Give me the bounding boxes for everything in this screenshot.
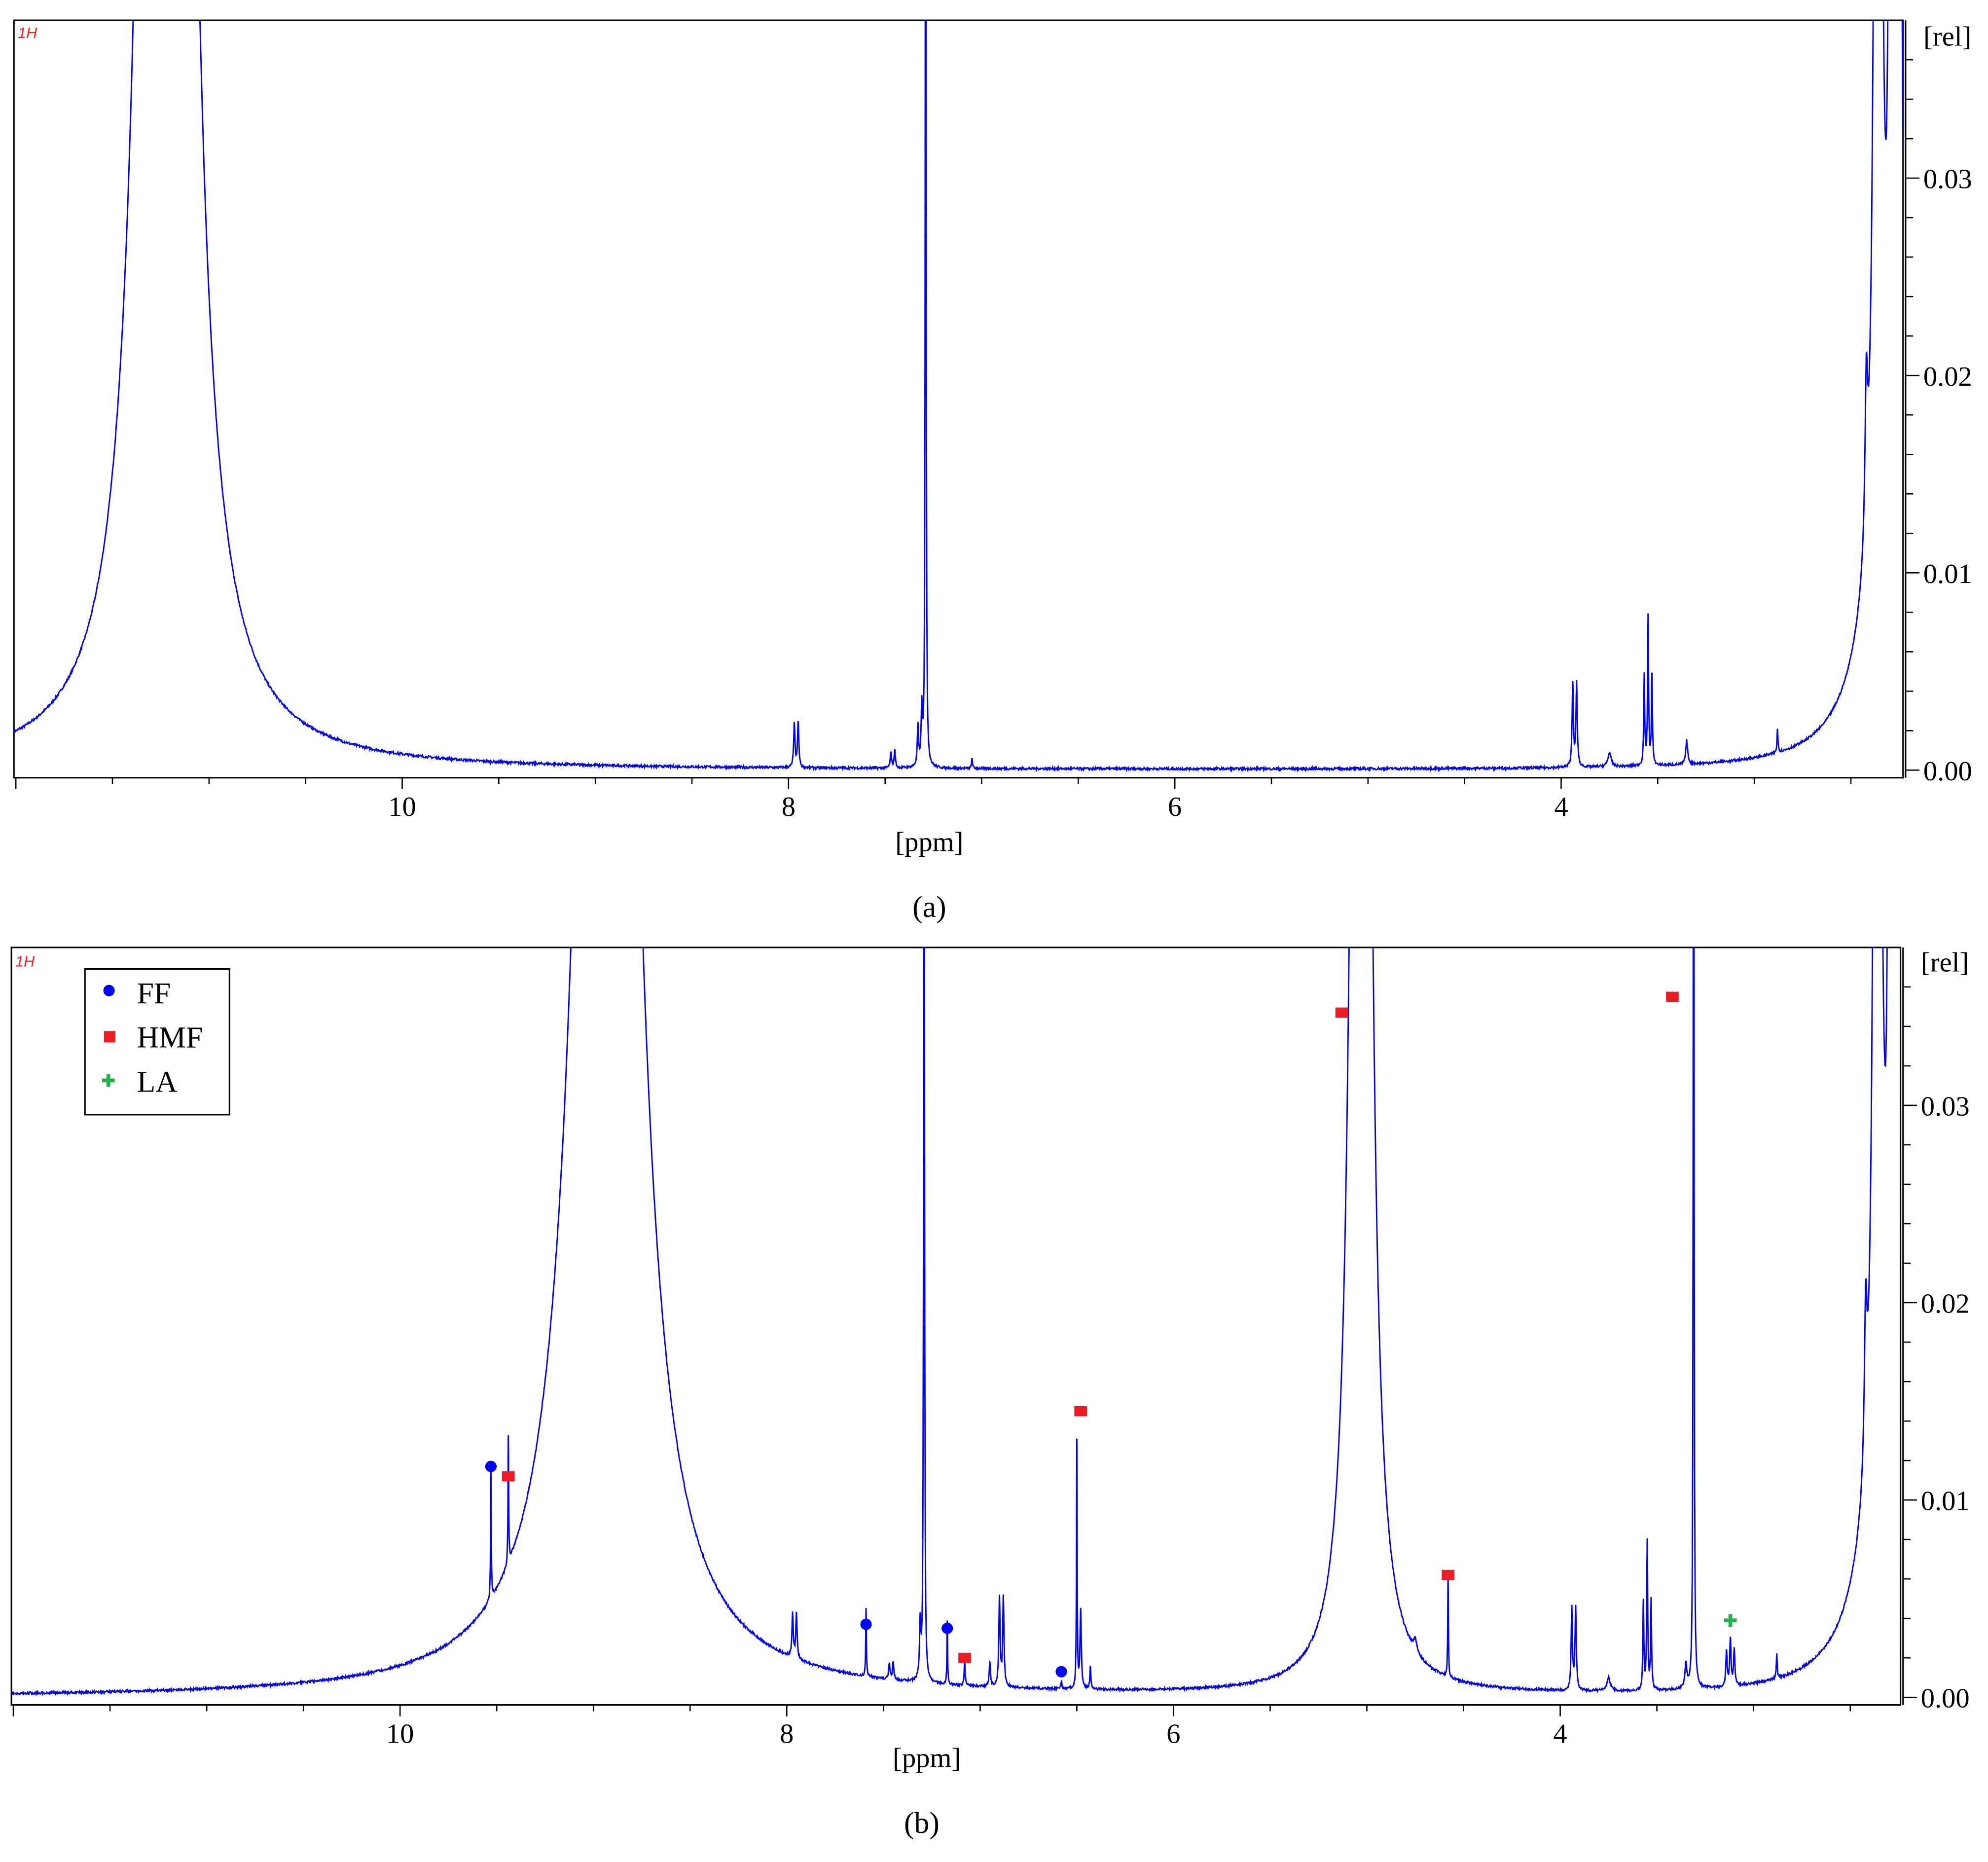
legend-label: FF (137, 977, 171, 1010)
hmf-marker (1666, 991, 1679, 1002)
ff-marker (941, 1622, 953, 1634)
panel-label: (a) (912, 890, 946, 924)
nmr-figure: 1H 10 8 6 4 0.00 0.01 0.02 0.03 [rel] [ppm] (a)… (10, 19, 1972, 1840)
legend-label: LA (137, 1065, 178, 1099)
y-axis-label: [rel] (1921, 948, 1969, 978)
y-tick-label: 0.00 (1921, 1683, 1970, 1714)
plot-frame (10, 947, 1902, 1706)
ff-marker (1055, 1666, 1067, 1678)
plot-frame (13, 19, 1904, 779)
x-axis-label: [ppm] (895, 827, 963, 858)
hmf-marker (958, 1652, 971, 1663)
x-tick-label: 8 (782, 792, 795, 822)
x-tick-label: 6 (1166, 1719, 1180, 1750)
x-tick-label: 10 (386, 1719, 414, 1750)
x-axis-label: [ppm] (893, 1743, 961, 1773)
panel-a: 1H 10 8 6 4 0.00 0.01 0.02 0.03 [rel] [ppm] (a) (13, 19, 1972, 924)
legend-label: HMF (137, 1021, 203, 1055)
ff-marker (485, 1460, 497, 1472)
hmf-marker (502, 1471, 515, 1482)
panel-b: 1H 10 8 6 4 0.00 0.01 0.02 0.03 FF HMF LA [rel]… (10, 947, 1970, 1840)
hmf-marker (1335, 1007, 1348, 1018)
ff-marker (860, 1618, 872, 1630)
legend: FF HMF LA (84, 968, 230, 1116)
y-tick-label: 0.00 (1923, 756, 1972, 787)
nucleus-tag: 1H (15, 952, 35, 970)
y-tick-label: 0.02 (1921, 1289, 1970, 1319)
hmf-marker (1442, 1570, 1455, 1580)
y-tick-label: 0.01 (1923, 559, 1972, 589)
y-tick-label: 0.03 (1923, 164, 1972, 195)
hmf-marker (1074, 1406, 1087, 1417)
legend-ff-circle-icon (103, 985, 115, 996)
y-tick-label: 0.01 (1921, 1486, 1970, 1517)
x-tick-label: 4 (1553, 1719, 1567, 1750)
x-tick-label: 4 (1554, 792, 1568, 822)
x-tick-label: 10 (388, 792, 416, 822)
x-tick-label: 6 (1168, 792, 1182, 822)
y-tick-label: 0.03 (1921, 1092, 1970, 1122)
legend-hmf-square-icon (104, 1031, 115, 1043)
y-tick-label: 0.02 (1923, 362, 1972, 392)
y-axis-label: [rel] (1923, 21, 1971, 52)
x-tick-label: 8 (780, 1719, 794, 1750)
panel-label: (b) (904, 1806, 940, 1840)
nucleus-tag: 1H (18, 24, 37, 41)
